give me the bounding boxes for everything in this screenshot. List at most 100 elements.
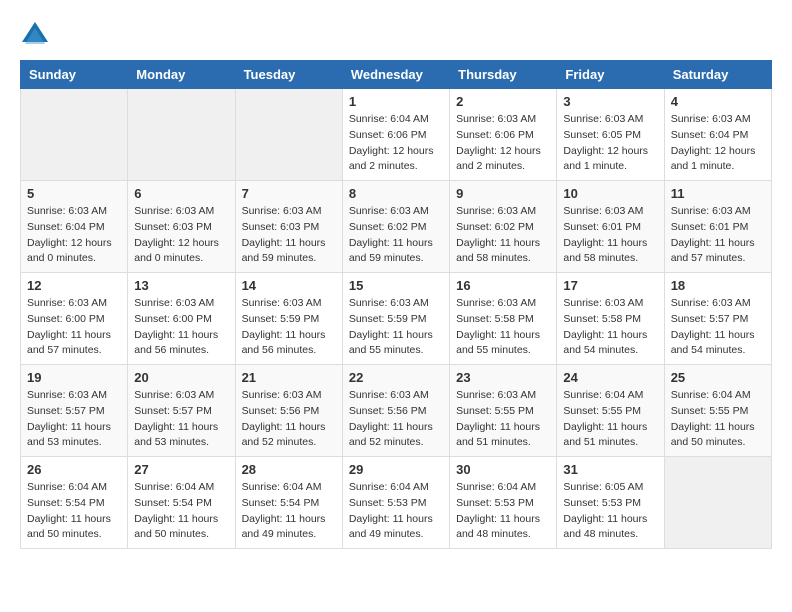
day-info-line: and 50 minutes. [134, 528, 209, 540]
sunrise-info: Sunrise: 6:03 AM [242, 297, 322, 309]
calendar-cell: 17Sunrise: 6:03 AMSunset: 5:58 PMDayligh… [557, 273, 664, 365]
sunrise-info: Sunrise: 6:03 AM [456, 389, 536, 401]
day-number: 17 [563, 278, 657, 293]
day-number: 4 [671, 94, 765, 109]
day-number: 19 [27, 370, 121, 385]
sunset-info: Sunset: 5:55 PM [563, 405, 641, 417]
daylight-hours: Daylight: 11 hours [134, 329, 218, 341]
sunset-info: Sunset: 5:54 PM [134, 497, 212, 509]
day-info: Sunrise: 6:05 AMSunset: 5:53 PMDaylight:… [563, 480, 657, 543]
sunrise-info: Sunrise: 6:04 AM [134, 481, 214, 493]
daylight-hours: Daylight: 11 hours [671, 329, 755, 341]
day-number: 8 [349, 186, 443, 201]
day-number: 1 [349, 94, 443, 109]
sunrise-info: Sunrise: 6:03 AM [563, 297, 643, 309]
day-info: Sunrise: 6:03 AMSunset: 6:02 PMDaylight:… [349, 204, 443, 267]
sunrise-info: Sunrise: 6:03 AM [671, 113, 751, 125]
sunset-info: Sunset: 5:58 PM [456, 313, 534, 325]
daylight-hours: Daylight: 11 hours [349, 513, 433, 525]
day-info-line: and 0 minutes. [27, 252, 96, 264]
day-number: 16 [456, 278, 550, 293]
sunset-info: Sunset: 5:58 PM [563, 313, 641, 325]
daylight-hours: Daylight: 11 hours [563, 513, 647, 525]
sunset-info: Sunset: 6:04 PM [27, 221, 105, 233]
sunset-info: Sunset: 5:53 PM [349, 497, 427, 509]
sunset-info: Sunset: 6:01 PM [563, 221, 641, 233]
day-info: Sunrise: 6:04 AMSunset: 5:54 PMDaylight:… [134, 480, 228, 543]
day-number: 15 [349, 278, 443, 293]
sunrise-info: Sunrise: 6:03 AM [671, 297, 751, 309]
sunset-info: Sunset: 5:54 PM [242, 497, 320, 509]
sunrise-info: Sunrise: 6:03 AM [134, 297, 214, 309]
day-number: 12 [27, 278, 121, 293]
day-number: 31 [563, 462, 657, 477]
day-info-line: and 50 minutes. [671, 436, 746, 448]
calendar-cell: 13Sunrise: 6:03 AMSunset: 6:00 PMDayligh… [128, 273, 235, 365]
sunrise-info: Sunrise: 6:03 AM [456, 297, 536, 309]
day-info-line: and 59 minutes. [242, 252, 317, 264]
sunrise-info: Sunrise: 6:03 AM [27, 205, 107, 217]
day-info: Sunrise: 6:03 AMSunset: 5:56 PMDaylight:… [349, 388, 443, 451]
sunrise-info: Sunrise: 6:03 AM [456, 113, 536, 125]
day-info: Sunrise: 6:03 AMSunset: 6:06 PMDaylight:… [456, 112, 550, 175]
day-info: Sunrise: 6:03 AMSunset: 5:59 PMDaylight:… [349, 296, 443, 359]
calendar-cell: 4Sunrise: 6:03 AMSunset: 6:04 PMDaylight… [664, 89, 771, 181]
sunrise-info: Sunrise: 6:04 AM [456, 481, 536, 493]
day-info-line: and 57 minutes. [27, 344, 102, 356]
sunset-info: Sunset: 5:53 PM [563, 497, 641, 509]
calendar-cell: 5Sunrise: 6:03 AMSunset: 6:04 PMDaylight… [21, 181, 128, 273]
day-info: Sunrise: 6:03 AMSunset: 5:55 PMDaylight:… [456, 388, 550, 451]
daylight-hours: Daylight: 11 hours [349, 237, 433, 249]
day-info-line: and 51 minutes. [563, 436, 638, 448]
calendar-cell: 3Sunrise: 6:03 AMSunset: 6:05 PMDaylight… [557, 89, 664, 181]
calendar-cell: 20Sunrise: 6:03 AMSunset: 5:57 PMDayligh… [128, 365, 235, 457]
calendar-cell: 31 Sunrise: 6:05 AMSunset: 5:53 PMDayligh… [557, 457, 664, 549]
daylight-hours: Daylight: 11 hours [242, 237, 326, 249]
sunset-info: Sunset: 6:06 PM [349, 129, 427, 141]
day-number: 2 [456, 94, 550, 109]
calendar-cell: 14Sunrise: 6:03 AMSunset: 5:59 PMDayligh… [235, 273, 342, 365]
sunrise-info: Sunrise: 6:03 AM [563, 205, 643, 217]
sunrise-info: Sunrise: 6:04 AM [349, 113, 429, 125]
daylight-hours: Daylight: 11 hours [563, 421, 647, 433]
calendar-page: SundayMondayTuesdayWednesdayThursdayFrid… [0, 0, 792, 559]
daylight-hours: Daylight: 11 hours [349, 329, 433, 341]
sunset-info: Sunset: 6:06 PM [456, 129, 534, 141]
daylight-hours: Daylight: 11 hours [456, 329, 540, 341]
calendar-cell: 7Sunrise: 6:03 AMSunset: 6:03 PMDaylight… [235, 181, 342, 273]
sunset-info: Sunset: 6:00 PM [134, 313, 212, 325]
sunset-info: Sunset: 5:55 PM [671, 405, 749, 417]
calendar-cell: 12Sunrise: 6:03 AMSunset: 6:00 PMDayligh… [21, 273, 128, 365]
sunset-info: Sunset: 6:05 PM [563, 129, 641, 141]
day-number: 11 [671, 186, 765, 201]
day-number: 10 [563, 186, 657, 201]
day-info: Sunrise: 6:03 AMSunset: 6:03 PMDaylight:… [134, 204, 228, 267]
day-info-line: and 57 minutes. [671, 252, 746, 264]
sunset-info: Sunset: 6:02 PM [349, 221, 427, 233]
calendar-cell: 21Sunrise: 6:03 AMSunset: 5:56 PMDayligh… [235, 365, 342, 457]
daylight-hours: Daylight: 11 hours [456, 237, 540, 249]
day-info-line: and 1 minute. [671, 160, 735, 172]
day-info: Sunrise: 6:04 AMSunset: 6:06 PMDaylight:… [349, 112, 443, 175]
day-info: Sunrise: 6:03 AMSunset: 5:57 PMDaylight:… [27, 388, 121, 451]
day-info-line: and 52 minutes. [349, 436, 424, 448]
calendar-cell: 8 Sunrise: 6:03 AMSunset: 6:02 PMDaylight… [342, 181, 449, 273]
calendar-cell: 28Sunrise: 6:04 AMSunset: 5:54 PMDayligh… [235, 457, 342, 549]
day-info: Sunrise: 6:04 AMSunset: 5:54 PMDaylight:… [242, 480, 336, 543]
calendar-cell [128, 89, 235, 181]
sunrise-info: Sunrise: 6:03 AM [349, 297, 429, 309]
calendar-cell: 11Sunrise: 6:03 AMSunset: 6:01 PMDayligh… [664, 181, 771, 273]
day-info-line: and 50 minutes. [27, 528, 102, 540]
sunset-info: Sunset: 6:00 PM [27, 313, 105, 325]
sunrise-info: Sunrise: 6:03 AM [242, 205, 322, 217]
calendar-cell: 23Sunrise: 6:03 AMSunset: 5:55 PMDayligh… [450, 365, 557, 457]
sunrise-info: Sunrise: 6:03 AM [456, 205, 536, 217]
sunset-info: Sunset: 5:54 PM [27, 497, 105, 509]
daylight-hours: Daylight: 12 hours [27, 237, 112, 249]
sunrise-info: Sunrise: 6:03 AM [671, 205, 751, 217]
page-header [20, 20, 772, 50]
day-info-line: and 58 minutes. [563, 252, 638, 264]
weekday-header: Thursday [450, 61, 557, 89]
day-info: Sunrise: 6:03 AM Sunset: 6:04 PM Daylight:… [27, 204, 121, 267]
logo [20, 20, 54, 50]
